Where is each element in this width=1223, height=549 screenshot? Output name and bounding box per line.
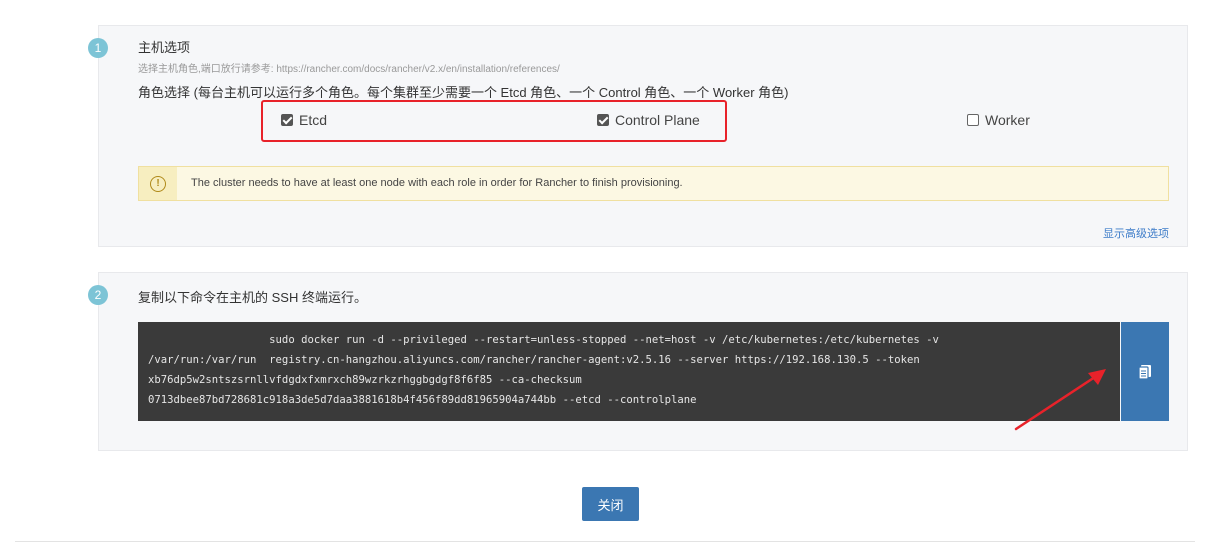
copy-command-button[interactable] [1121,322,1169,421]
command-line: /var/run:/var/run registry.cn-hangzhou.a… [148,354,920,366]
warning-icon-container: ! [139,167,177,200]
command-line: sudo docker run -d --privileged --restar… [148,334,939,346]
step-2-badge: 2 [88,285,108,305]
annotation-arrow [1014,369,1106,431]
worker-checkbox[interactable]: Worker [967,112,1030,128]
command-line: xb76dp5w2sntszsrnllvfdgdxfxmrxch89wzrkzr… [148,374,582,386]
host-options-title: 主机选项 [138,40,191,55]
show-advanced-options-link[interactable]: 显示高级选项 [1103,225,1169,241]
step-1-badge: 1 [88,38,108,58]
command-section-title: 复制以下命令在主机的 SSH 终端运行。 [138,290,367,305]
clipboard-icon [1138,364,1151,380]
warning-text: The cluster needs to have at least one n… [191,177,683,189]
worker-checkbox-label: Worker [985,112,1030,128]
worker-checkbox-box[interactable] [967,114,979,126]
command-line: 0713dbee87bd728681c918a3de5d7daa3881618b… [148,394,697,406]
role-selection-description: 角色选择 (每台主机可以运行多个角色。每个集群至少需要一个 Etcd 角色、一个… [138,85,789,100]
warning-banner: ! The cluster needs to have at least one… [138,166,1169,201]
host-options-hint: 选择主机角色,端口放行请参考: https://rancher.com/docs… [138,64,560,75]
info-circle-icon: ! [150,175,166,192]
bottom-divider [15,541,1195,542]
annotation-highlight-rectangle [261,100,727,142]
registration-command-block[interactable]: sudo docker run -d --privileged --restar… [138,322,1120,421]
page: 1 主机选项 选择主机角色,端口放行请参考: https://rancher.c… [0,0,1223,549]
close-button[interactable]: 关闭 [582,487,639,521]
